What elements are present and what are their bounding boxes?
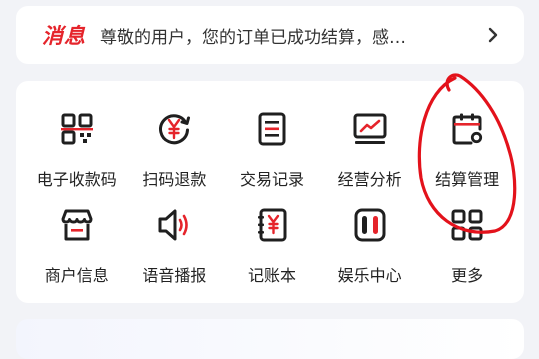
speaker-icon bbox=[156, 207, 192, 243]
menu-label: 经营分析 bbox=[337, 170, 402, 189]
menu-item-account-book[interactable]: 记账本 bbox=[223, 207, 321, 297]
menu-label: 电子收款码 bbox=[36, 170, 117, 189]
menu-label: 交易记录 bbox=[239, 170, 304, 189]
chart-monitor-icon bbox=[352, 111, 388, 147]
menu-label: 更多 bbox=[451, 266, 484, 285]
menu-label: 语音播报 bbox=[142, 266, 207, 285]
menu-label: 记账本 bbox=[247, 266, 296, 285]
menu-label: 扫码退款 bbox=[142, 170, 207, 189]
menu-label: 结算管理 bbox=[435, 170, 500, 189]
notice-text: 尊敬的用户，您的订单已成功结算，感… bbox=[100, 27, 406, 48]
store-icon bbox=[59, 207, 95, 243]
menu-item-business-analysis[interactable]: 经营分析 bbox=[321, 111, 419, 207]
game-controller-icon bbox=[352, 207, 388, 243]
yen-refund-icon bbox=[156, 111, 192, 147]
menu-item-payment-code[interactable]: 电子收款码 bbox=[28, 111, 126, 207]
menu-item-entertainment[interactable]: 娱乐中心 bbox=[321, 207, 419, 297]
chevron-right-icon bbox=[482, 24, 504, 46]
menu-item-transactions[interactable]: 交易记录 bbox=[223, 111, 321, 207]
grid-more-icon bbox=[449, 207, 485, 243]
menu-item-more[interactable]: 更多 bbox=[418, 207, 516, 297]
menu-item-merchant-info[interactable]: 商户信息 bbox=[28, 207, 126, 297]
menu-label: 商户信息 bbox=[44, 266, 109, 285]
service-menu: 电子收款码 扫码退款 交易记录 经营分析 结算管理 商户信息 语音播报 记账本 … bbox=[16, 81, 524, 303]
calendar-settings-icon bbox=[449, 111, 485, 147]
qr-code-icon bbox=[59, 111, 95, 147]
menu-item-scan-refund[interactable]: 扫码退款 bbox=[126, 111, 224, 207]
bottom-card bbox=[16, 319, 524, 359]
menu-item-voice-broadcast[interactable]: 语音播报 bbox=[126, 207, 224, 297]
document-list-icon bbox=[254, 111, 290, 147]
menu-label: 娱乐中心 bbox=[337, 266, 402, 285]
notice-tag: 消息 bbox=[42, 24, 86, 48]
notice-bar[interactable]: 消息 尊敬的用户，您的订单已成功结算，感… bbox=[16, 6, 524, 64]
ledger-icon bbox=[254, 207, 290, 243]
menu-item-settlement[interactable]: 结算管理 bbox=[418, 111, 516, 207]
